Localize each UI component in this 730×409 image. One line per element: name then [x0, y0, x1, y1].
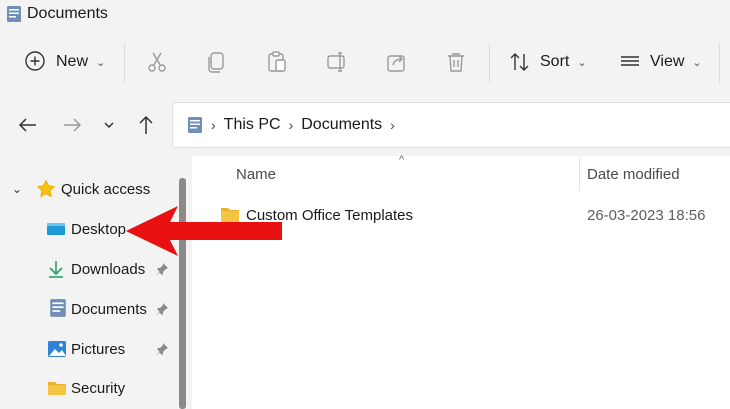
chevron-right-icon: ›: [211, 117, 216, 133]
sidebar-item-label: Documents: [71, 300, 147, 318]
sort-ascending-caret-icon: ^: [399, 154, 405, 166]
delete-icon: [448, 53, 464, 72]
pin-icon[interactable]: [155, 342, 169, 356]
sidebar-item-label: Downloads: [71, 260, 146, 278]
sort-label: Sort: [540, 53, 570, 70]
chevron-right-icon: ›: [390, 117, 395, 133]
new-button[interactable]: New ⌄: [24, 44, 105, 80]
download-icon: [49, 261, 63, 278]
sidebar-item-label: Pictures: [71, 340, 126, 358]
view-label: View: [650, 53, 685, 70]
documents-icon: [50, 299, 66, 317]
star-icon: [36, 179, 56, 198]
separator: [489, 43, 490, 83]
up-arrow-icon[interactable]: [134, 113, 158, 137]
chevron-right-icon: ›: [288, 117, 294, 133]
pin-icon[interactable]: [155, 302, 169, 316]
sort-icon: [510, 53, 529, 71]
sidebar-item-label: Quick access: [61, 180, 151, 198]
column-divider[interactable]: [579, 157, 580, 191]
view-button[interactable]: View ⌄: [618, 44, 702, 80]
column-header-date-modified[interactable]: Date modified: [587, 166, 680, 183]
table-row[interactable]: Custom Office Templates 26-03-2023 18:56: [219, 204, 730, 228]
paste-button[interactable]: [265, 44, 289, 80]
cut-icon: [148, 52, 166, 72]
file-list: ^ Name Date modified Custom Office Templ…: [193, 154, 730, 409]
pin-icon[interactable]: [155, 262, 169, 276]
documents-icon: [7, 6, 21, 22]
forward-arrow-icon[interactable]: [60, 113, 84, 137]
chevron-down-icon: ⌄: [96, 56, 106, 69]
recent-locations-chevron-icon[interactable]: [97, 113, 121, 137]
copy-button[interactable]: [205, 44, 229, 80]
back-arrow-icon[interactable]: [16, 113, 40, 137]
plus-circle-icon: [25, 51, 45, 71]
desktop-icon: [47, 223, 65, 235]
address-bar[interactable]: › This PC › Documents ›: [172, 102, 730, 148]
copy-icon: [208, 52, 224, 73]
rename-icon: [327, 52, 345, 72]
documents-icon: [188, 117, 202, 133]
pictures-icon: [48, 341, 66, 357]
view-icon: [621, 56, 639, 66]
sidebar-item-label: Desktop: [71, 220, 127, 238]
navigation-pane: ⌄ Quick access Desktop Downloads Documen…: [0, 156, 192, 409]
command-bar: New ⌄ Sort ⌄ View ⌄: [0, 30, 730, 96]
separator: [719, 43, 720, 83]
annotation-arrow: [126, 206, 282, 256]
window-title: Documents: [27, 5, 108, 22]
chevron-down-icon: ⌄: [577, 56, 587, 69]
chevron-down-icon: ⌄: [12, 182, 23, 196]
share-button[interactable]: [385, 44, 409, 80]
folder-icon: [48, 382, 66, 395]
paste-icon: [268, 51, 286, 72]
chevron-down-icon: ⌄: [692, 56, 702, 69]
title-bar: Documents: [0, 0, 730, 30]
share-icon: [387, 55, 405, 72]
new-label: New: [56, 53, 89, 70]
breadcrumb-item[interactable]: This PC: [224, 116, 281, 134]
sort-button[interactable]: Sort ⌄: [508, 44, 587, 80]
file-date-modified: 26-03-2023 18:56: [587, 207, 706, 224]
sidebar-item-label: Security: [71, 379, 126, 397]
breadcrumb-item[interactable]: Documents: [301, 116, 382, 134]
cut-button[interactable]: [145, 44, 169, 80]
rename-button[interactable]: [325, 44, 349, 80]
delete-button[interactable]: [444, 44, 468, 80]
separator: [124, 43, 125, 83]
column-header-name[interactable]: Name: [236, 166, 276, 183]
